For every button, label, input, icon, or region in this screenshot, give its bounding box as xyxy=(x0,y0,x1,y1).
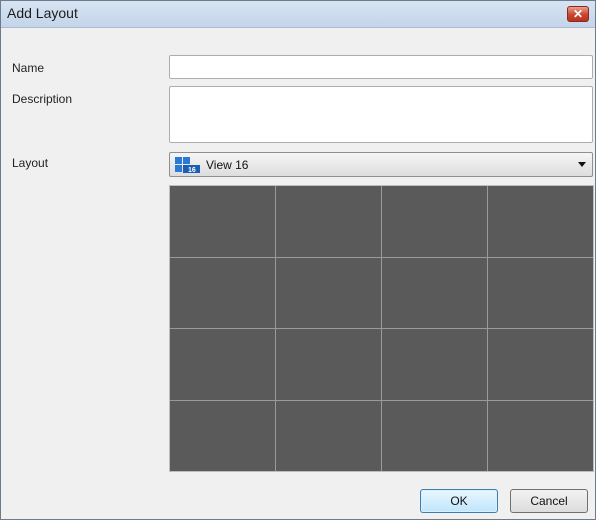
ok-button[interactable]: OK xyxy=(420,489,498,513)
layout-preview-cell xyxy=(170,400,275,471)
add-layout-dialog: Add Layout ✕ Name Description Layout 16 … xyxy=(0,0,596,520)
close-icon: ✕ xyxy=(572,7,584,21)
layout-preview-cell xyxy=(488,329,593,400)
layout-label: Layout xyxy=(12,156,49,170)
layout-select[interactable]: 16 View 16 xyxy=(169,152,593,177)
layout-preview-cell xyxy=(382,400,487,471)
view-16-icon: 16 xyxy=(175,157,200,173)
layout-preview-cell xyxy=(276,257,381,328)
dialog-title: Add Layout xyxy=(7,5,78,21)
name-label: Name xyxy=(12,61,45,75)
description-label: Description xyxy=(12,92,73,106)
layout-preview-grid xyxy=(169,185,594,472)
layout-preview-cell xyxy=(170,257,275,328)
close-button[interactable]: ✕ xyxy=(567,6,589,22)
description-field[interactable] xyxy=(169,86,593,143)
layout-preview-cell xyxy=(382,186,487,257)
chevron-down-icon[interactable] xyxy=(578,162,586,167)
layout-preview-cell xyxy=(488,186,593,257)
layout-preview-cell xyxy=(276,329,381,400)
layout-preview-cell xyxy=(276,400,381,471)
layout-preview-cell xyxy=(170,186,275,257)
layout-preview-cell xyxy=(170,329,275,400)
layout-preview-cell xyxy=(382,329,487,400)
title-bar[interactable]: Add Layout ✕ xyxy=(1,1,595,28)
layout-select-value: View 16 xyxy=(206,158,249,172)
layout-preview-cell xyxy=(276,186,381,257)
layout-preview-cell xyxy=(488,400,593,471)
cancel-button[interactable]: Cancel xyxy=(510,489,588,513)
view-16-badge: 16 xyxy=(188,167,196,173)
name-input[interactable] xyxy=(169,55,593,79)
layout-preview-cell xyxy=(488,257,593,328)
layout-preview-cell xyxy=(382,257,487,328)
